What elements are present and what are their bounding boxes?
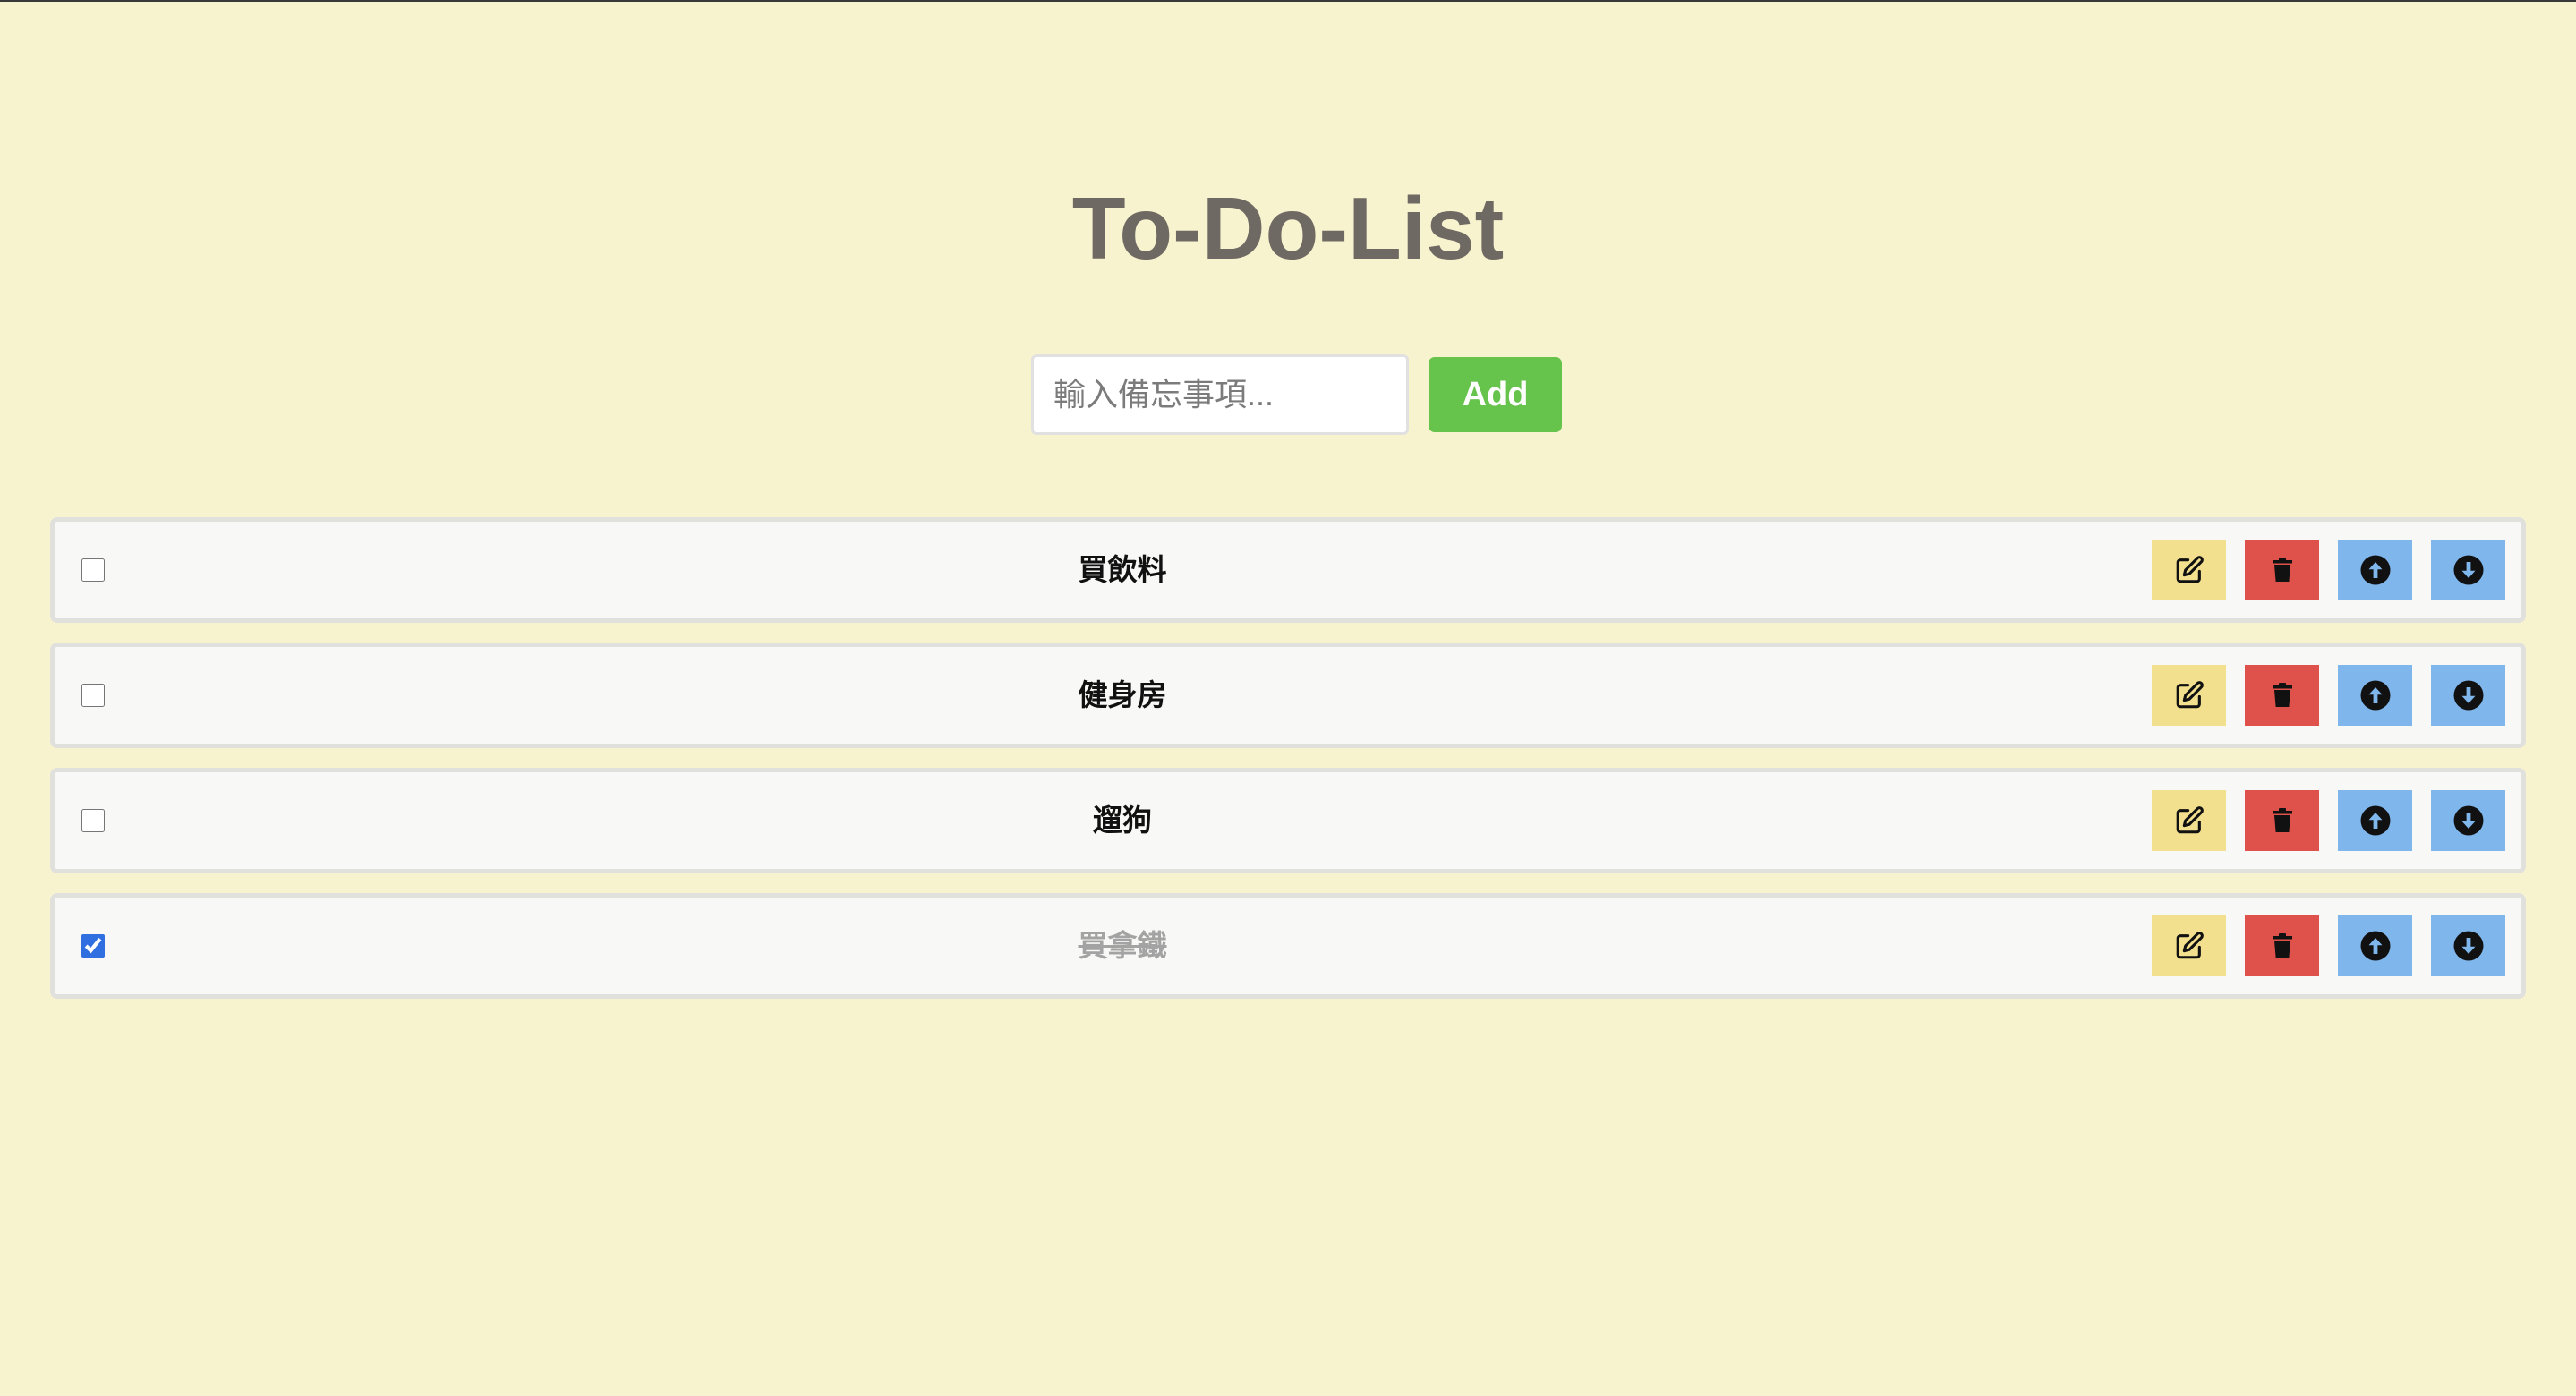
todo-actions bbox=[2133, 665, 2505, 726]
page-title: To-Do-List bbox=[1071, 179, 1505, 277]
move-up-button[interactable] bbox=[2338, 915, 2412, 976]
arrow-circle-down-icon bbox=[2452, 804, 2485, 837]
edit-button[interactable] bbox=[2152, 540, 2226, 600]
todo-item: 遛狗 bbox=[50, 768, 2526, 873]
arrow-circle-down-icon bbox=[2452, 930, 2485, 962]
move-down-button[interactable] bbox=[2431, 665, 2505, 726]
todo-item: 健身房 bbox=[50, 643, 2526, 748]
move-down-button[interactable] bbox=[2431, 915, 2505, 976]
todo-text: 買拿鐵 bbox=[1078, 929, 1167, 962]
move-up-button[interactable] bbox=[2338, 790, 2412, 851]
arrow-circle-up-icon bbox=[2359, 804, 2392, 837]
edit-button[interactable] bbox=[2152, 915, 2226, 976]
edit-icon bbox=[2174, 680, 2205, 711]
edit-icon bbox=[2174, 931, 2205, 961]
edit-button[interactable] bbox=[2152, 790, 2226, 851]
move-down-button[interactable] bbox=[2431, 790, 2505, 851]
trash-icon bbox=[2272, 558, 2292, 583]
arrow-circle-down-icon bbox=[2452, 679, 2485, 711]
edit-button[interactable] bbox=[2152, 665, 2226, 726]
arrow-circle-up-icon bbox=[2359, 679, 2392, 711]
edit-icon bbox=[2174, 805, 2205, 836]
todo-text: 遛狗 bbox=[1093, 804, 1152, 837]
add-button[interactable]: Add bbox=[1429, 357, 1562, 432]
move-down-button[interactable] bbox=[2431, 540, 2505, 600]
arrow-circle-up-icon bbox=[2359, 930, 2392, 962]
arrow-circle-up-icon bbox=[2359, 554, 2392, 586]
add-todo-form: Add bbox=[1031, 354, 1562, 435]
delete-button[interactable] bbox=[2245, 540, 2319, 600]
delete-button[interactable] bbox=[2245, 665, 2319, 726]
todo-actions bbox=[2133, 915, 2505, 976]
todo-input[interactable] bbox=[1031, 354, 1409, 435]
trash-icon bbox=[2272, 933, 2292, 958]
edit-icon bbox=[2174, 555, 2205, 585]
todo-actions bbox=[2133, 790, 2505, 851]
todo-text: 健身房 bbox=[1078, 678, 1167, 711]
top-border bbox=[0, 0, 2576, 2]
delete-button[interactable] bbox=[2245, 915, 2319, 976]
todo-list: 買飲料 健身房 遛狗 買拿鐵 bbox=[50, 517, 2526, 1018]
todo-actions bbox=[2133, 540, 2505, 600]
delete-button[interactable] bbox=[2245, 790, 2319, 851]
arrow-circle-down-icon bbox=[2452, 554, 2485, 586]
todo-text: 買飲料 bbox=[1078, 553, 1167, 586]
move-up-button[interactable] bbox=[2338, 665, 2412, 726]
todo-item: 買拿鐵 bbox=[50, 893, 2526, 999]
trash-icon bbox=[2272, 808, 2292, 833]
todo-item: 買飲料 bbox=[50, 517, 2526, 623]
move-up-button[interactable] bbox=[2338, 540, 2412, 600]
trash-icon bbox=[2272, 683, 2292, 708]
